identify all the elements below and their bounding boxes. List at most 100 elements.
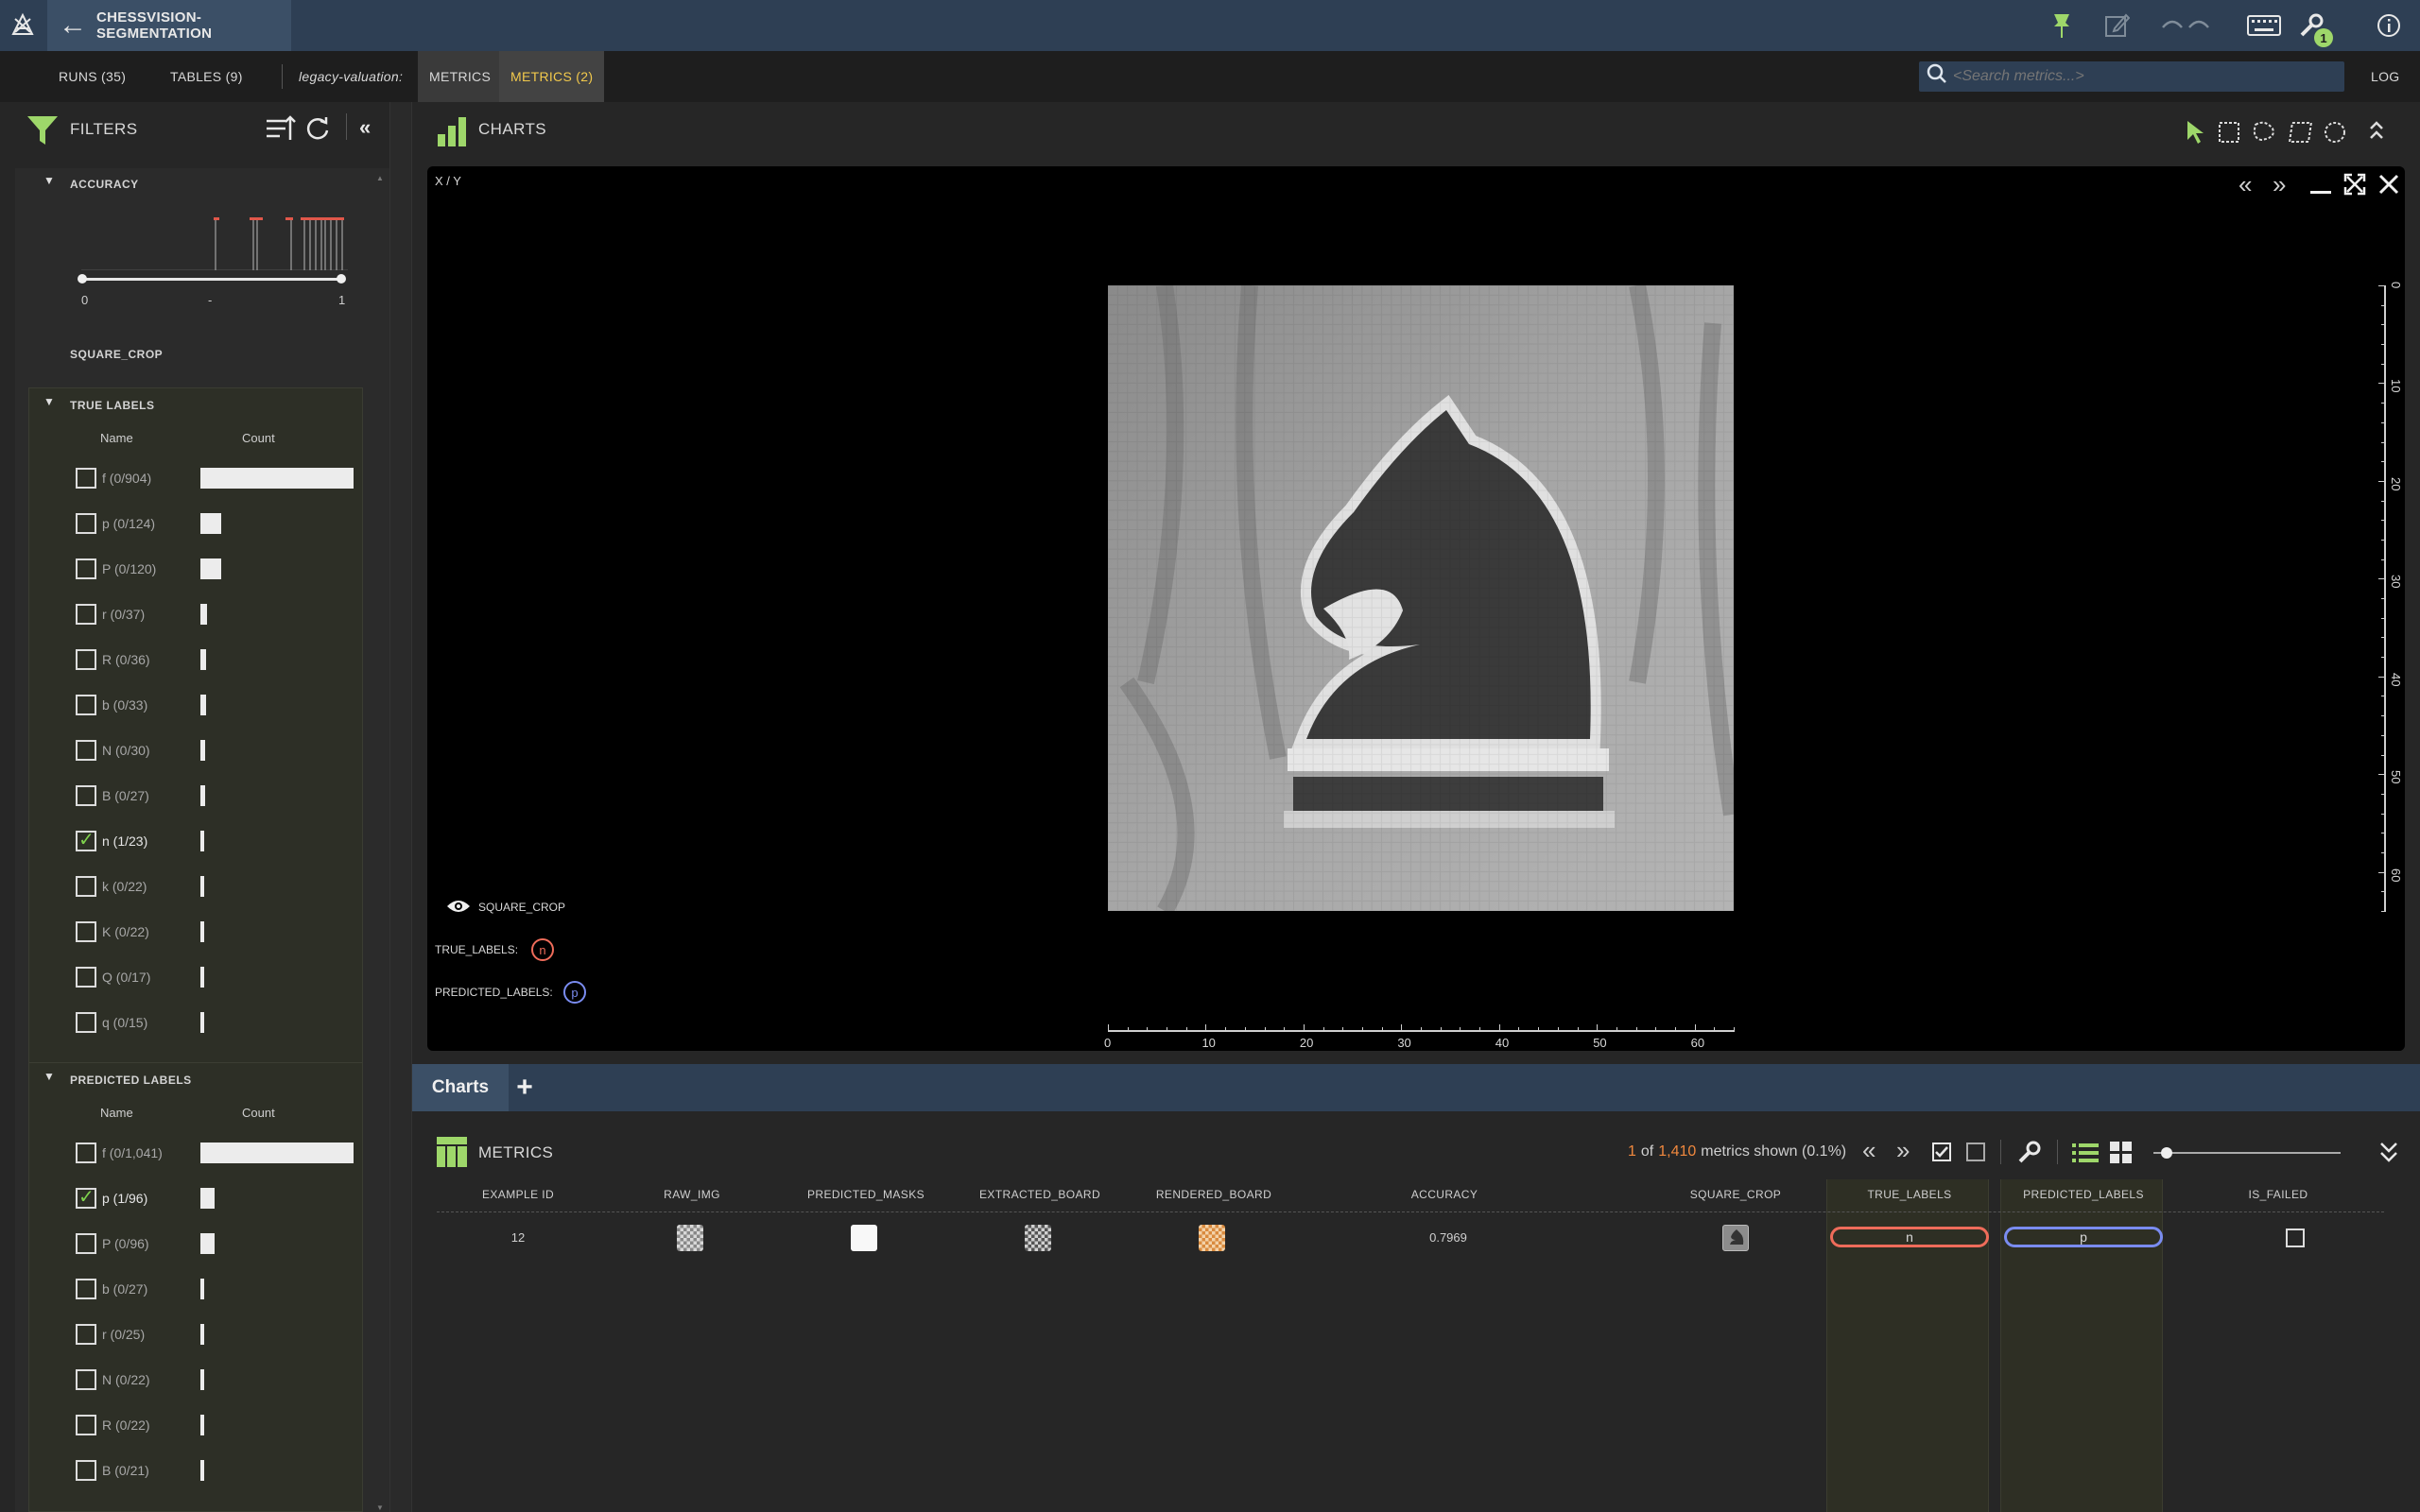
filter-checkbox[interactable] xyxy=(76,1460,96,1481)
thumbnail-size-slider[interactable] xyxy=(2153,1152,2341,1154)
column-header-accuracy[interactable]: ACCURACY xyxy=(1369,1188,1520,1201)
filter-option[interactable]: f (0/904) xyxy=(28,455,388,501)
filter-option[interactable]: r (0/25) xyxy=(28,1312,363,1357)
range-min-handle[interactable] xyxy=(78,274,87,284)
reset-icon[interactable] xyxy=(304,115,331,146)
slider-handle[interactable] xyxy=(2161,1147,2172,1159)
filter-checkbox[interactable] xyxy=(76,1233,96,1254)
filter-checkbox[interactable] xyxy=(76,740,96,761)
panel-divider[interactable] xyxy=(389,102,412,1512)
filter-checkbox[interactable] xyxy=(76,604,96,625)
metrics-2-tab[interactable]: METRICS (2) xyxy=(499,51,605,102)
filter-option[interactable]: n (1/23) xyxy=(28,818,388,864)
filter-checkbox[interactable] xyxy=(76,1324,96,1345)
column-header-example-id[interactable]: EXAMPLE ID xyxy=(442,1188,594,1201)
filter-checkbox[interactable] xyxy=(76,558,96,579)
column-header-predicted-masks[interactable]: PREDICTED_MASKS xyxy=(790,1188,942,1201)
info-icon[interactable] xyxy=(2373,9,2405,42)
undo-redo-icon[interactable] xyxy=(2157,9,2214,42)
filter-option[interactable]: p (0/124) xyxy=(28,501,388,546)
charts-tab[interactable]: Charts xyxy=(412,1064,509,1111)
wrench-icon[interactable] xyxy=(2017,1140,2042,1169)
filter-option[interactable]: N (0/22) xyxy=(28,1357,363,1402)
filter-option[interactable]: P (0/96) xyxy=(28,1221,363,1266)
filter-option[interactable]: q (0/15) xyxy=(28,1000,388,1045)
prev-page-icon[interactable]: « xyxy=(1862,1136,1876,1165)
filter-checkbox[interactable] xyxy=(76,468,96,489)
project-tab[interactable]: ← CHESSVISION-SEGMENTATION xyxy=(47,0,291,51)
back-arrow-icon[interactable]: ← xyxy=(59,9,87,42)
minimize-icon[interactable] xyxy=(2308,172,2333,197)
filter-option[interactable]: Q (0/17) xyxy=(28,954,388,1000)
filter-checkbox[interactable] xyxy=(76,1012,96,1033)
edit-icon[interactable] xyxy=(2100,9,2133,42)
runs-tab[interactable]: RUNS (35) xyxy=(59,51,126,102)
filter-option[interactable]: k (0/22) xyxy=(28,864,388,909)
filter-option[interactable]: R (0/36) xyxy=(28,637,388,682)
select-all-checkbox[interactable] xyxy=(1932,1143,1951,1161)
filter-option[interactable]: B (0/27) xyxy=(28,773,388,818)
filter-checkbox[interactable] xyxy=(76,876,96,897)
column-header-extracted-board[interactable]: EXTRACTED_BOARD xyxy=(964,1188,1115,1201)
filter-option[interactable]: f (0/1,041) xyxy=(28,1130,363,1176)
close-icon[interactable] xyxy=(2377,172,2401,197)
is-failed-checkbox[interactable] xyxy=(2286,1228,2305,1247)
filter-checkbox[interactable] xyxy=(76,1369,96,1390)
filter-option[interactable]: B (0/21) xyxy=(28,1448,363,1493)
collapse-table-icon[interactable] xyxy=(2378,1140,2399,1169)
filter-checkbox[interactable] xyxy=(76,785,96,806)
sort-filters-icon[interactable] xyxy=(265,113,297,148)
deselect-all-checkbox[interactable] xyxy=(1966,1143,1985,1161)
square-crop-image[interactable] xyxy=(1108,284,1740,916)
filter-checkbox[interactable] xyxy=(76,1415,96,1435)
visibility-eye-icon[interactable] xyxy=(446,898,471,919)
filter-checkbox[interactable] xyxy=(76,967,96,988)
search-metrics[interactable] xyxy=(1919,61,2344,92)
prev-panel-icon[interactable]: « xyxy=(2238,170,2252,199)
predicted-label-pill[interactable]: p xyxy=(2004,1227,2163,1247)
search-input[interactable] xyxy=(1953,68,2331,85)
predicted-masks-thumbnail[interactable] xyxy=(851,1225,877,1251)
next-panel-icon[interactable]: » xyxy=(2273,170,2286,199)
column-header-rendered-board[interactable]: RENDERED_BOARD xyxy=(1138,1188,1289,1201)
tables-tab[interactable]: TABLES (9) xyxy=(170,51,243,102)
next-page-icon[interactable]: » xyxy=(1896,1136,1910,1165)
table-row[interactable]: 12 0.7969 n p xyxy=(427,1219,2394,1257)
filter-checkbox[interactable] xyxy=(76,921,96,942)
filter-option[interactable]: N (0/30) xyxy=(28,728,388,773)
accuracy-range-slider[interactable] xyxy=(81,278,342,281)
grid-view-icon[interactable] xyxy=(2110,1142,2133,1169)
filter-option[interactable]: p (1/96) xyxy=(28,1176,363,1221)
raw-img-thumbnail[interactable] xyxy=(677,1225,703,1251)
extracted-board-thumbnail[interactable] xyxy=(1025,1225,1051,1251)
true-label-pill[interactable]: n xyxy=(1830,1227,1989,1247)
column-header-is-failed[interactable]: IS_FAILED xyxy=(2203,1188,2354,1201)
column-header-true-labels[interactable]: TRUE_LABELS xyxy=(1834,1188,1985,1201)
maximize-icon[interactable] xyxy=(2342,172,2367,197)
square-crop-thumbnail[interactable] xyxy=(1722,1225,1749,1251)
column-header-raw-img[interactable]: RAW_IMG xyxy=(616,1188,768,1201)
filter-checkbox[interactable] xyxy=(76,513,96,534)
filter-checkbox[interactable] xyxy=(76,1185,96,1209)
log-button[interactable]: LOG xyxy=(2371,51,2399,102)
column-header-square-crop[interactable]: SQUARE_CROP xyxy=(1660,1188,1811,1201)
collapse-panel-icon[interactable]: « xyxy=(359,115,371,140)
rendered-board-thumbnail[interactable] xyxy=(1199,1225,1225,1251)
collapse-triangle-icon[interactable]: ▼ xyxy=(43,1070,55,1083)
collapse-triangle-icon[interactable]: ▼ xyxy=(43,395,55,408)
filter-option[interactable]: b (0/33) xyxy=(28,682,388,728)
app-logo-icon[interactable] xyxy=(8,11,38,40)
filter-checkbox[interactable] xyxy=(76,828,96,851)
pin-icon[interactable] xyxy=(2046,9,2078,42)
filter-option[interactable]: P (0/120) xyxy=(28,546,388,592)
list-view-icon[interactable] xyxy=(2072,1142,2099,1169)
filter-checkbox[interactable] xyxy=(76,1143,96,1163)
keyboard-icon[interactable] xyxy=(2246,9,2282,42)
filter-checkbox[interactable] xyxy=(76,695,96,715)
metrics-tab[interactable]: METRICS xyxy=(418,51,503,102)
range-max-handle[interactable] xyxy=(337,274,346,284)
filter-option[interactable]: R (0/22) xyxy=(28,1402,363,1448)
filter-option[interactable]: b (0/27) xyxy=(28,1266,363,1312)
add-tab-button[interactable]: + xyxy=(514,1064,535,1111)
filter-option[interactable]: r (0/37) xyxy=(28,592,388,637)
